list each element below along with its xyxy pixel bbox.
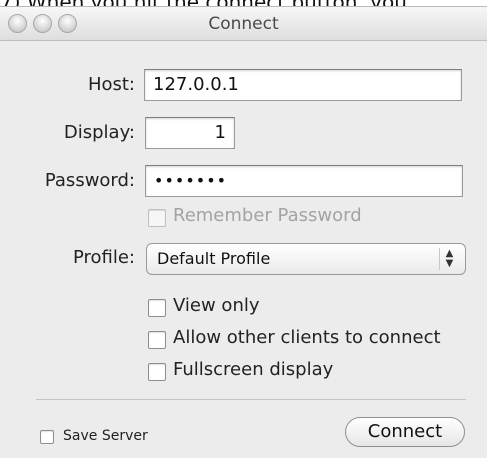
connect-button[interactable]: Connect — [345, 417, 465, 447]
save-server-label: Save Server — [63, 428, 148, 444]
view-only-checkbox[interactable] — [148, 299, 166, 317]
password-label: Password: — [44, 170, 135, 191]
host-field[interactable]: 127.0.0.1 — [144, 69, 462, 101]
page: 7) When you hit the connect button, you … — [0, 0, 487, 458]
profile-popup[interactable]: Default Profile ▲ ▼ — [146, 243, 466, 275]
remember-password-checkbox[interactable] — [148, 209, 166, 227]
allow-clients-label: Allow other clients to connect — [173, 327, 441, 348]
save-server-checkbox[interactable] — [40, 430, 54, 444]
connect-window: Connect Host: 127.0.0.1 Display: 1 Passw… — [0, 6, 487, 458]
view-only-label: View only — [173, 295, 260, 316]
remember-password-label: Remember Password — [173, 205, 362, 226]
password-field[interactable]: ••••••• — [145, 165, 463, 197]
host-label: Host: — [87, 74, 135, 95]
window-title: Connect — [208, 14, 279, 34]
profile-label: Profile: — [72, 247, 135, 268]
display-field[interactable]: 1 — [145, 117, 235, 149]
up-down-arrows-icon: ▲ ▼ — [439, 248, 459, 270]
fullscreen-checkbox[interactable] — [148, 363, 166, 381]
profile-value: Default Profile — [157, 249, 271, 268]
display-label: Display: — [63, 122, 135, 143]
title-bar[interactable]: Connect — [0, 7, 487, 41]
fullscreen-label: Fullscreen display — [173, 359, 334, 380]
separator — [36, 399, 466, 400]
allow-clients-checkbox[interactable] — [148, 331, 166, 349]
